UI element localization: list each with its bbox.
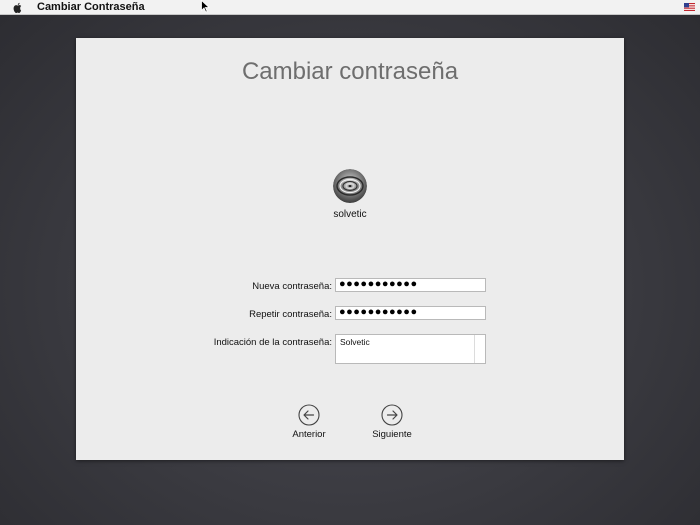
page-title: Cambiar contraseña [241, 58, 459, 85]
apple-icon[interactable] [13, 2, 23, 13]
user-name: solvetic [333, 209, 367, 220]
back-button-label: Anterior [292, 429, 326, 440]
hint-scrollbar[interactable] [474, 335, 485, 363]
menu-bar: Cambiar Contraseña [0, 0, 700, 15]
arrow-left-circle-icon [298, 404, 320, 426]
change-password-panel: Cambiar contraseña solvetic Nueva contra… [76, 38, 624, 460]
next-button[interactable]: Siguiente [357, 404, 427, 440]
new-password-field[interactable]: ●●●●●●●●●●● [335, 278, 486, 292]
app-title[interactable]: Cambiar Contraseña [37, 1, 145, 14]
repeat-password-field[interactable]: ●●●●●●●●●●● [335, 306, 486, 320]
user-avatar [333, 169, 367, 203]
password-hint-label: Indicación de la contraseña: [213, 337, 332, 348]
password-hint-value: Solvetic [340, 337, 370, 347]
next-button-label: Siguiente [372, 429, 412, 440]
back-button[interactable]: Anterior [274, 404, 344, 440]
us-flag-icon[interactable] [684, 3, 695, 11]
password-hint-field[interactable]: Solvetic [335, 334, 486, 364]
mouse-cursor-icon [201, 0, 210, 13]
new-password-label: Nueva contraseña: [252, 281, 332, 292]
arrow-right-circle-icon [381, 404, 403, 426]
repeat-password-label: Repetir contraseña: [249, 309, 332, 320]
